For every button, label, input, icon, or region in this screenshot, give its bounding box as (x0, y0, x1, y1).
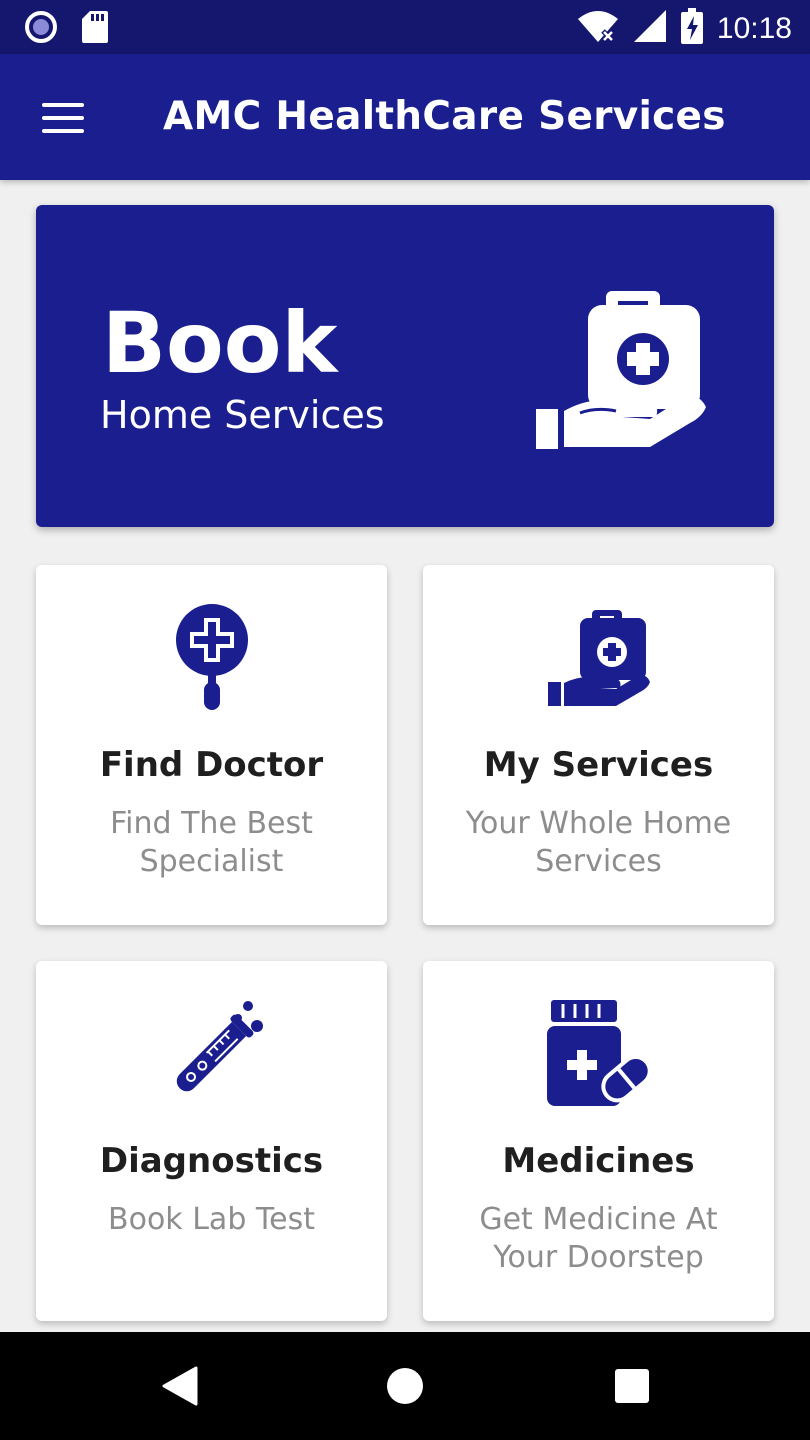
sd-card-icon (82, 10, 108, 49)
app-title: AMC HealthCare Services (163, 94, 726, 139)
battery-charging-icon (680, 8, 703, 49)
card-title: Diagnostics (99, 1141, 324, 1181)
app-bar: AMC HealthCare Services (0, 54, 810, 180)
medicines-card[interactable]: Medicines Get Medicine At Your Doorstep (423, 961, 774, 1321)
card-subtitle: Your Whole Home Services (465, 806, 732, 879)
medical-search-icon (36, 599, 387, 717)
book-home-services-banner[interactable]: Book Home Services (36, 205, 774, 527)
system-nav-bar (0, 1332, 810, 1440)
medical-kit-hand-icon (532, 283, 712, 458)
status-bar: 10:18 (0, 0, 810, 54)
card-title: My Services (483, 745, 714, 785)
status-clock: 10:18 (716, 11, 792, 45)
card-subtitle: Find The Best Specialist (110, 806, 313, 879)
test-tube-icon (36, 995, 387, 1113)
card-title: Find Doctor (99, 745, 324, 785)
card-subtitle: Get Medicine At Your Doorstep (479, 1202, 718, 1275)
card-subtitle: Book Lab Test (108, 1202, 315, 1237)
medicine-bottle-icon (423, 995, 774, 1113)
home-icon[interactable] (383, 1366, 427, 1406)
medical-kit-hand-icon (423, 599, 774, 717)
my-services-card[interactable]: My Services Your Whole Home Services (423, 565, 774, 925)
hero-subtitle: Home Services (100, 393, 385, 437)
recents-icon[interactable] (610, 1366, 654, 1406)
back-icon[interactable] (158, 1366, 202, 1406)
diagnostics-card[interactable]: Diagnostics Book Lab Test (36, 961, 387, 1321)
record-icon (24, 10, 58, 49)
find-doctor-card[interactable]: Find Doctor Find The Best Specialist (36, 565, 387, 925)
wifi-off-icon (577, 9, 619, 48)
cell-signal-icon (633, 9, 667, 48)
hero-title: Book (102, 294, 338, 392)
card-title: Medicines (502, 1141, 695, 1181)
hamburger-menu-icon[interactable] (30, 92, 94, 144)
